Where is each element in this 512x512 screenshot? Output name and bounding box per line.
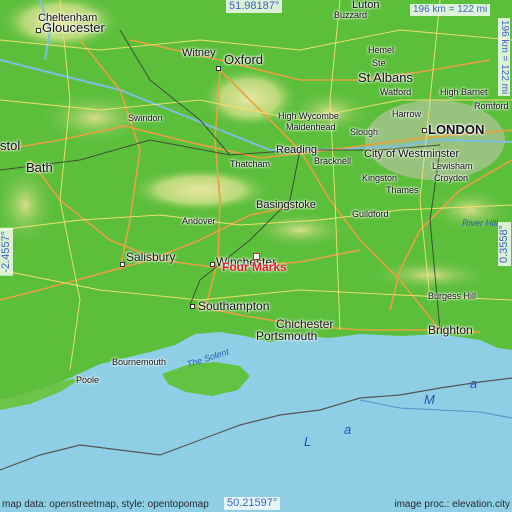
label-hemel: Hemel (368, 45, 395, 55)
label-st-albans: St Albans (358, 70, 413, 85)
label-bath: Bath (26, 160, 53, 175)
label-thatcham: Thatcham (230, 159, 271, 169)
label-bracknell: Bracknell (314, 156, 352, 166)
label-four-marks[interactable]: Four Marks (222, 261, 287, 273)
label-oxford: Oxford (224, 52, 264, 67)
sea-letter-a: a (344, 422, 352, 437)
label-harrow: Harrow (392, 109, 422, 119)
sea-letter-l: L (304, 434, 312, 449)
coord-left-longitude: -2.4557° (0, 228, 13, 276)
label-croydon: Croydon (434, 173, 469, 183)
city-dot-southampton (190, 304, 195, 309)
label-romford: Romford (474, 101, 509, 111)
label-reading: Reading (276, 144, 317, 156)
label-andover: Andover (182, 216, 216, 226)
scale-horizontal: 196 km = 122 mi (410, 4, 491, 16)
label-brighton: Brighton (428, 323, 473, 337)
label-salisbury: Salisbury (126, 250, 176, 264)
label-basingstoke: Basingstoke (256, 199, 316, 211)
city-dot-oxford (216, 66, 221, 71)
label-poole: Poole (76, 375, 100, 385)
label-slough: Slough (350, 127, 379, 137)
label-lewisham: Lewisham (432, 161, 473, 171)
city-dot-gloucester (36, 28, 41, 33)
scale-vertical: 196 km = 122 mi (498, 18, 510, 97)
label-bournemouth: Bournemouth (112, 357, 167, 367)
label-guildford: Guildford (352, 209, 389, 219)
city-dot-salisbury (120, 262, 125, 267)
sea-letter-a2: a (470, 376, 478, 391)
label-city-of-westminster: City of Westminster (364, 148, 460, 160)
credit-map-data: map data: openstreetmap, style: opentopo… (2, 499, 209, 510)
label-high-barnet: High Barnet (440, 87, 488, 97)
label-thames: Thames (386, 185, 419, 195)
label-ste: Ste (372, 58, 386, 68)
label-river-hill: River Hill (462, 218, 498, 228)
credit-image-proc: image proc.: elevation.city (394, 499, 510, 510)
label-kingston: Kingston (362, 173, 398, 183)
label-witney: Witney (182, 47, 216, 59)
coord-bottom-latitude: 50.21597° (224, 497, 281, 510)
label-london: LONDON (428, 122, 485, 137)
label-maidenhead: Maidenhead (286, 122, 336, 132)
label-gloucester: Gloucester (42, 20, 105, 35)
label-buzzard: Buzzard (334, 10, 368, 20)
location-marker-icon[interactable] (253, 253, 260, 260)
label-bristol: stol (0, 138, 21, 153)
label-watford: Watford (380, 87, 412, 97)
coord-top-latitude: 51.98187° (226, 0, 283, 13)
label-burgess-hill: Burgess Hill (428, 291, 477, 301)
label-southampton: Southampton (198, 299, 270, 313)
label-swindon: Swindon (128, 113, 163, 123)
elevation-map[interactable]: Cheltenham Gloucester Witney Oxford Luto… (0, 0, 512, 512)
coord-right-longitude: 0.3558° (498, 222, 511, 267)
city-dot-winchester (210, 262, 215, 267)
sea-letter-m: M (424, 392, 435, 407)
city-dot-london (422, 128, 427, 133)
label-portsmouth: Portsmouth (256, 329, 318, 343)
